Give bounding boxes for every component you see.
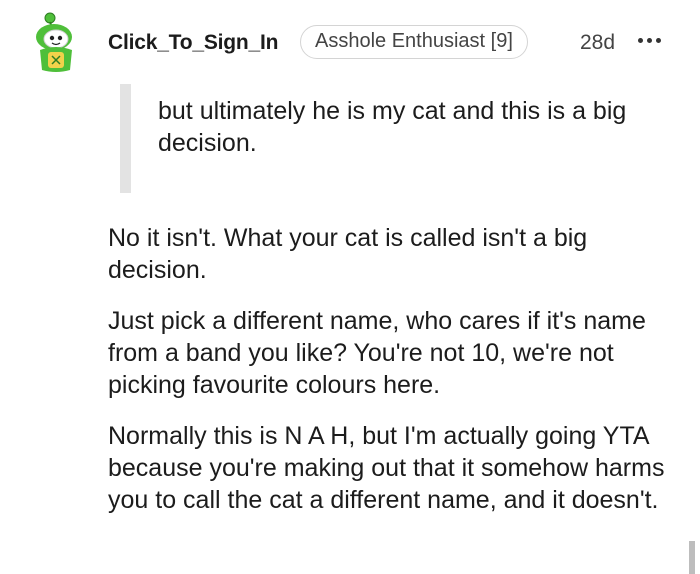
snoo-avatar-icon — [36, 12, 72, 72]
comment-paragraph: Just pick a different name, who cares if… — [108, 307, 646, 399]
user-flair-badge: Asshole Enthusiast [9] — [300, 25, 528, 59]
user-avatar[interactable] — [30, 10, 82, 74]
comment-header: Click_To_Sign_In Asshole Enthusiast [9] … — [0, 0, 700, 86]
more-dot — [656, 37, 661, 43]
more-dot — [638, 37, 643, 43]
comment-paragraph: No it isn't. What your cat is called isn… — [108, 224, 588, 284]
scrollbar-thumb[interactable] — [689, 541, 695, 574]
comment-timestamp[interactable]: 28d — [580, 31, 615, 55]
blockquote-bar — [120, 84, 131, 193]
more-horizontal-icon[interactable] — [638, 28, 668, 52]
comment-paragraph: Normally this is N A H, but I'm actually… — [108, 422, 665, 514]
username-link[interactable]: Click_To_Sign_In — [108, 31, 278, 55]
more-dot — [647, 37, 652, 43]
blockquote-text: but ultimately he is my cat and this is … — [158, 97, 627, 157]
